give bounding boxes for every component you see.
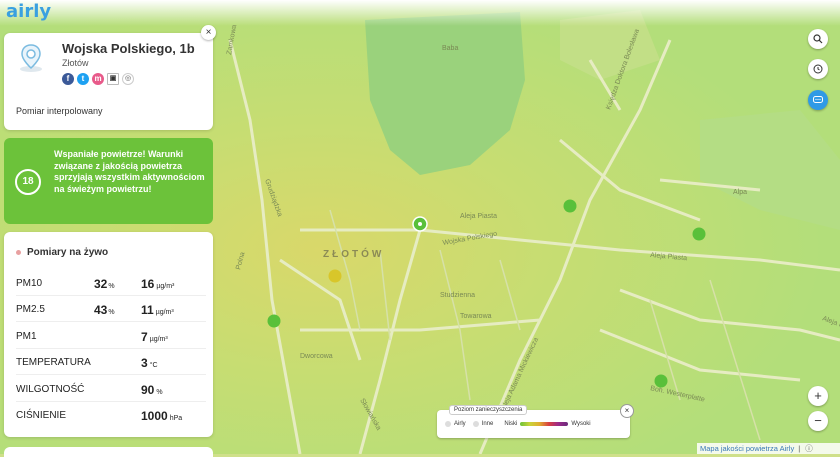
legend-close-button[interactable]: × [620, 404, 634, 418]
next-card-edge [4, 447, 213, 457]
legend-high: Wysoki [571, 421, 591, 427]
measurement-row: PM2.5 43% 11 µg/m³ [16, 297, 206, 322]
map-label-baba: Baba [442, 45, 458, 52]
attribution-separator: | [798, 444, 801, 453]
top-haze [0, 0, 840, 26]
sensor-marker[interactable] [328, 269, 342, 283]
search-icon [813, 34, 823, 44]
legend-airly[interactable]: Airly [454, 421, 466, 427]
location-card: Wojska Polskiego, 1b Złotów f t m ▣ ◎ Po… [4, 33, 213, 130]
map-street: Aleja Piasta [460, 213, 497, 220]
sensor-marker[interactable] [412, 216, 428, 232]
measurement-row: WILGOTNOŚĆ 90% [16, 377, 206, 402]
measurement-type: Pomiar interpolowany [16, 106, 103, 116]
map-street: Dworcowa [300, 353, 333, 360]
measurement-row: CIŚNIENIE 1000 hPa [16, 409, 183, 423]
air-quality-message: Wspaniałe powietrze! Warunki związane z … [54, 149, 205, 194]
legend-row: Airly Inne Niski Wysoki [445, 421, 591, 427]
chat-button[interactable] [808, 90, 828, 110]
legend-low: Niski [504, 421, 518, 427]
chat-icon [813, 96, 823, 103]
measurement-row: TEMPERATURA 3 °C [16, 350, 206, 375]
map-street: Towarowa [460, 313, 492, 320]
air-quality-card: 18 Wspaniałe powietrze! Warunki związane… [4, 138, 213, 224]
map-street: Alpa [733, 189, 747, 196]
qr-icon[interactable]: ▣ [107, 73, 119, 85]
measurement-row: PM1 7 µg/m³ [16, 324, 206, 349]
pollution-legend: Poziom zanieczyszczenia × Airly Inne Nis… [437, 404, 634, 438]
twitter-icon[interactable]: t [77, 73, 89, 85]
sensor-marker[interactable] [563, 199, 577, 213]
other-toggle-icon[interactable] [472, 421, 479, 427]
target-icon[interactable]: ◎ [122, 73, 134, 85]
info-icon[interactable]: ⓘ [805, 444, 813, 453]
map-street: Studzienna [440, 292, 475, 299]
legend-title: Poziom zanieczyszczenia [449, 405, 528, 415]
location-city: Złotów [62, 58, 89, 68]
airly-logo[interactable]: airly [6, 1, 51, 22]
live-measurements-card: Pomiary na żywo PM10 32% 16 µg/m³ PM2.5 4… [4, 232, 213, 437]
legend-gradient [520, 422, 569, 426]
live-measurements-title: Pomiary na żywo [16, 247, 108, 258]
caqi-badge: 18 [15, 169, 41, 195]
live-dot-icon [16, 249, 21, 255]
airly-toggle-icon[interactable] [445, 421, 451, 427]
close-button[interactable]: × [201, 25, 216, 40]
messenger-icon[interactable]: m [92, 73, 104, 85]
sensor-marker[interactable] [692, 227, 706, 241]
location-title: Wojska Polskiego, 1b [62, 41, 195, 56]
zoom-out-button[interactable]: − [808, 411, 828, 431]
facebook-icon[interactable]: f [62, 73, 74, 85]
attribution-bar: Mapa jakości powietrza Airly | ⓘ [697, 443, 840, 454]
history-icon [813, 64, 823, 74]
measurement-row: PM10 32% 16 µg/m³ [16, 271, 206, 296]
history-button[interactable] [808, 59, 828, 79]
search-button[interactable] [808, 29, 828, 49]
legend-other[interactable]: Inne [482, 421, 494, 427]
sensor-marker[interactable] [267, 314, 281, 328]
sensor-marker[interactable] [654, 374, 668, 388]
attribution-link[interactable]: Mapa jakości powietrza Airly [700, 444, 794, 453]
share-buttons: f t m ▣ ◎ [62, 73, 134, 85]
town-label: ZŁOTÓW [323, 247, 384, 260]
location-pin-icon [20, 44, 42, 72]
zoom-in-button[interactable]: + [808, 386, 828, 406]
